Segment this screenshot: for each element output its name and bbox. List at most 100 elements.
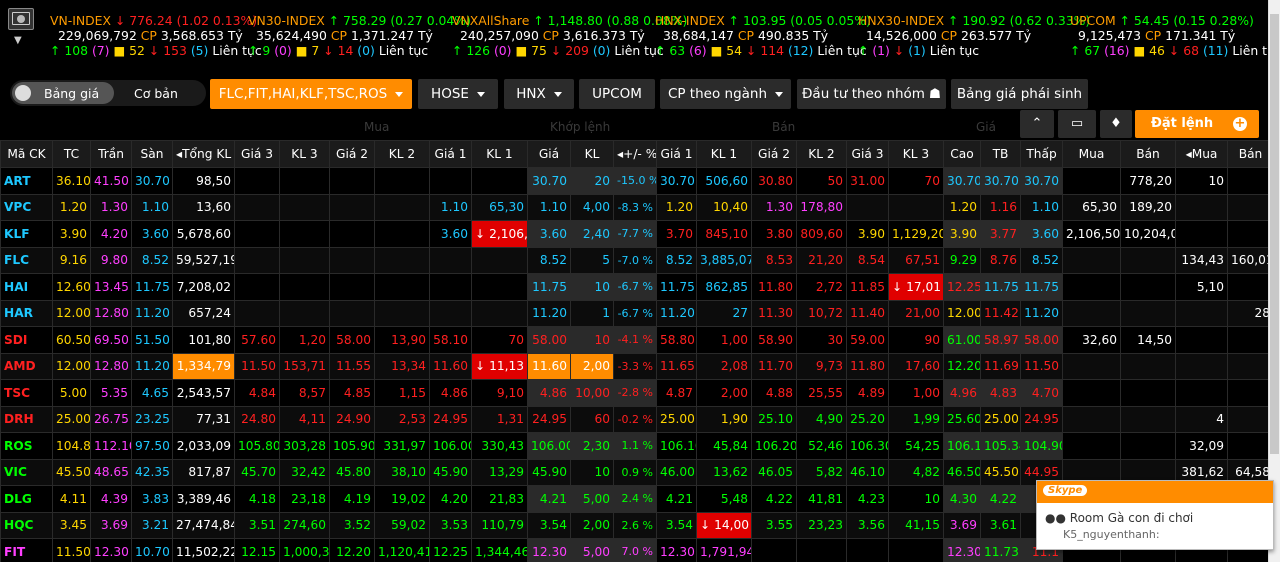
index-upcom[interactable]: UPCOM ↑ 54.45 (0.15 0.28%) 9,125,473 CP 1… <box>1070 13 1280 58</box>
tab-invest-group[interactable]: Đầu tư theo nhóm ☗ <box>797 79 946 109</box>
symbol-cell[interactable]: ROS <box>0 432 53 460</box>
tab-hose[interactable]: HOSE <box>418 79 498 109</box>
column-header[interactable]: Giá 1 <box>656 140 697 168</box>
table-cell: 45,84 <box>696 432 752 460</box>
table-cell: 178,80 <box>796 193 847 221</box>
table-row[interactable]: DRH 25.00 26.75 23.25 77,31 24.80 4,11 24.90 2,5… <box>0 405 1274 433</box>
tab-watchlist[interactable]: FLC,FIT,HAI,KLF,TSC,ROS <box>210 79 412 109</box>
table-row[interactable]: KLF3.904.203.605,678,603.60↓ 2,106,503.6… <box>0 220 1274 248</box>
screen-button[interactable]: ▭ <box>1058 110 1096 138</box>
table-cell: 58.10 <box>429 326 472 354</box>
index-hnx30-index[interactable]: HNX30-INDEX ↑ 190.92 (0.62 0.33%) 14,526,… <box>858 13 1090 58</box>
column-header[interactable]: Giá 3 <box>234 140 280 168</box>
table-cell: 1 <box>570 299 614 327</box>
table-row[interactable]: ART 36.10 41.50 30.70 98,50 30.70 20 -15.0 % 30.… <box>0 167 1274 195</box>
column-header[interactable]: KL 3 <box>279 140 330 168</box>
column-header[interactable]: KL <box>570 140 614 168</box>
column-header[interactable]: KL 1 <box>696 140 752 168</box>
symbol-cell[interactable]: VPC <box>0 193 53 221</box>
table-row[interactable]: TSC 5.00 5.35 4.65 2,543,57 4.84 8,57 4.85 1,15 4… <box>0 379 1274 407</box>
symbol-cell[interactable]: TSC <box>0 379 53 407</box>
toggle-price-board[interactable]: Bảng giá <box>44 86 99 101</box>
table-row[interactable]: ROS104.80112.1097.502,033,09105.80303,28… <box>0 432 1274 460</box>
column-header[interactable]: KL 2 <box>796 140 847 168</box>
index-vn30-index[interactable]: VN30-INDEX ↑ 758.29 (0.27 0.04%) 35,624,4… <box>248 13 471 58</box>
table-cell: 11.73 <box>980 538 1021 562</box>
app-logo-icon[interactable] <box>8 8 34 30</box>
collapse-button[interactable]: ⌃ <box>1020 110 1054 138</box>
table-cell: 4,90 <box>796 405 847 433</box>
column-header[interactable]: Bán <box>1120 140 1176 168</box>
index-vn-index[interactable]: VN-INDEX ↓ 776.24 (1.02 0.13%) 229,069,79… <box>50 13 262 58</box>
column-header[interactable]: TB <box>980 140 1021 168</box>
table-row[interactable]: HAR 12.00 12.80 11.20 657,24 11.20 1 -6.7 % 11.2… <box>0 299 1274 327</box>
symbol-cell[interactable]: DLG <box>0 485 53 513</box>
column-header[interactable]: KL 3 <box>888 140 944 168</box>
scroll-up-arrow-icon[interactable] <box>1269 0 1280 12</box>
advance-count: 9 <box>262 43 271 58</box>
table-row[interactable]: SDI 60.50 69.50 51.50 101,80 57.60 1,20 58.00 13… <box>0 326 1274 354</box>
tab-derivatives[interactable]: Bảng giá phái sinh <box>951 79 1088 109</box>
column-header[interactable]: Mã CK <box>0 140 53 168</box>
symbol-cell[interactable]: ART <box>0 167 53 195</box>
scroll-thumb[interactable] <box>1270 14 1279 454</box>
column-header[interactable]: Trần <box>90 140 132 168</box>
table-row[interactable]: VPC 1.20 1.30 1.10 13,60 1.10 65,30 1.10 4,00 -8.… <box>0 193 1274 221</box>
column-header[interactable]: Giá 3 <box>846 140 889 168</box>
table-cell: ↓ 14,00 <box>696 511 752 539</box>
table-row[interactable]: HAI 12.60 13.45 11.75 7,208,02 11.75 10 -6.7 % 1… <box>0 273 1274 301</box>
table-row[interactable]: AMD 12.00 12.80 11.20 1,334,79 11.50 153,71 11.… <box>0 352 1274 380</box>
column-header[interactable]: Cao <box>943 140 981 168</box>
table-cell <box>1120 432 1176 460</box>
table-cell: 25.00 <box>52 405 91 433</box>
table-row[interactable]: FLC 9.16 9.80 8.52 59,527,19 8.52 5 -7.0 % 8.52 3… <box>0 246 1274 274</box>
tab-hnx[interactable]: HNX <box>504 79 574 109</box>
symbol-cell[interactable]: HAI <box>0 273 53 301</box>
place-order-button[interactable]: Đặt lệnh + <box>1135 110 1259 138</box>
column-header[interactable]: ◂Mua <box>1175 140 1228 168</box>
toggle-basic[interactable]: Cơ bản <box>134 86 178 101</box>
column-header[interactable]: ◂Tổng KL <box>172 140 235 168</box>
column-header[interactable]: Giá 1 <box>429 140 472 168</box>
skype-notification[interactable]: Skype ●● Room Gà con đi chơi K5_nguyenth… <box>1036 480 1274 550</box>
symbol-cell[interactable]: HQC <box>0 511 53 539</box>
index-vnxallshare[interactable]: VNXAllShare ↑ 1,148.80 (0.88 0.08%) 240,2… <box>452 13 687 58</box>
skype-room[interactable]: ●● Room Gà con đi chơi <box>1037 503 1273 525</box>
tab-upcom[interactable]: UPCOM <box>579 79 655 109</box>
column-header[interactable]: Sàn <box>131 140 173 168</box>
symbol-cell[interactable]: HAR <box>0 299 53 327</box>
view-toggle[interactable]: Bảng giá Cơ bản <box>10 80 206 106</box>
decline-count: 14 <box>337 43 354 58</box>
tab-by-sector[interactable]: CP theo ngành <box>660 79 791 109</box>
table-cell <box>279 193 330 221</box>
symbol-cell[interactable]: DRH <box>0 405 53 433</box>
column-header[interactable]: KL 2 <box>374 140 430 168</box>
index-hnx-index[interactable]: HNX-INDEX ↑ 103.95 (0.05 0.05%) 38,684,14… <box>655 13 871 58</box>
symbol-cell[interactable]: SDI <box>0 326 53 354</box>
table-cell: 13.45 <box>90 273 132 301</box>
table-cell: 24.80 <box>234 405 280 433</box>
column-header[interactable]: Giá <box>527 140 571 168</box>
symbol-cell[interactable]: KLF <box>0 220 53 248</box>
column-header[interactable]: Mua <box>1062 140 1121 168</box>
symbol-cell[interactable]: VIC <box>0 458 53 486</box>
table-cell: -6.7 % <box>613 273 657 301</box>
chevron-down-icon[interactable]: ▼ <box>14 35 22 46</box>
table-cell <box>846 538 889 562</box>
column-header[interactable]: Giá 2 <box>329 140 375 168</box>
column-header[interactable]: Bán <box>1227 140 1274 168</box>
symbol-cell[interactable]: FLC <box>0 246 53 274</box>
table-cell: 11.65 <box>656 352 697 380</box>
column-header[interactable]: KL 1 <box>471 140 528 168</box>
table-cell: 106.10 <box>656 432 697 460</box>
table-cell: 4.86 <box>527 379 571 407</box>
column-header[interactable]: Thấp <box>1020 140 1063 168</box>
vertical-scrollbar[interactable] <box>1268 0 1280 562</box>
notification-button[interactable]: ♦ <box>1100 110 1132 138</box>
column-header[interactable]: ◂+/- % <box>613 140 657 168</box>
index-cp: CP <box>737 28 755 43</box>
symbol-cell[interactable]: AMD <box>0 352 53 380</box>
column-header[interactable]: TC <box>52 140 91 168</box>
symbol-cell[interactable]: FIT <box>0 538 53 562</box>
column-header[interactable]: Giá 2 <box>751 140 797 168</box>
